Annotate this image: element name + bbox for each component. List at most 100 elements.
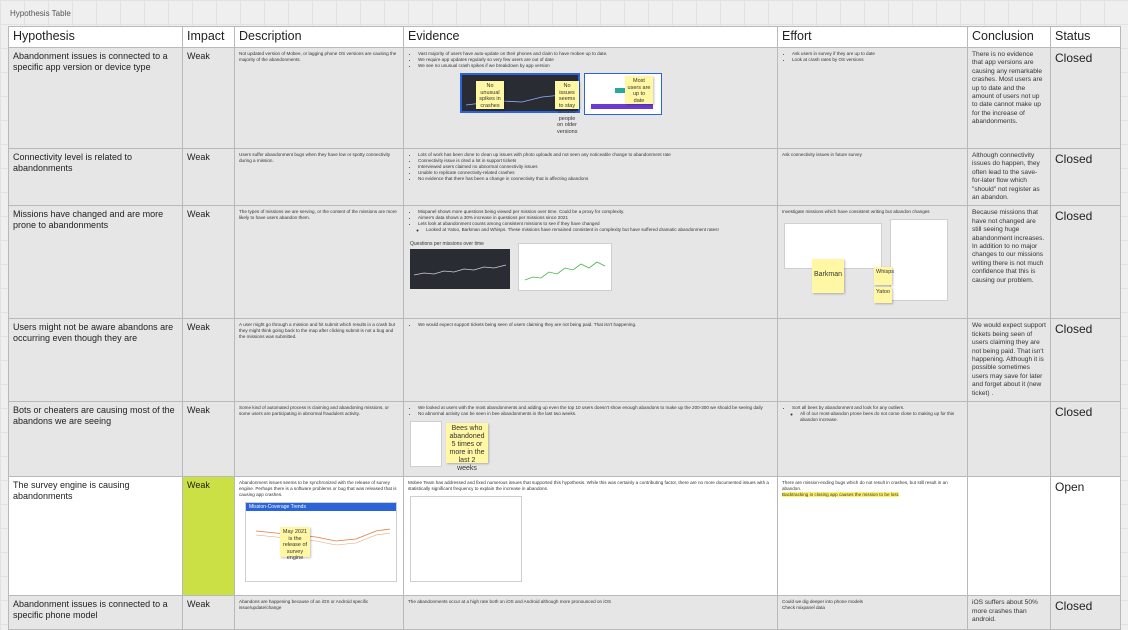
description-cell[interactable]: The types of missions we are serving, or… — [234, 205, 404, 320]
impact-cell[interactable]: Weak — [182, 401, 235, 478]
hypothesis-cell[interactable]: Users might not be aware abandons are oc… — [8, 318, 183, 403]
status-cell[interactable]: Closed — [1050, 147, 1121, 207]
table-row: Abandonment issues is connected to a spe… — [8, 47, 1121, 149]
col-header-status: Status — [1050, 26, 1121, 48]
evidence-images: No unusual spikes in crashes No issues s… — [408, 73, 773, 135]
sticky-note[interactable]: Yatoo — [874, 287, 892, 304]
conclusion-cell[interactable] — [967, 476, 1051, 597]
col-header-evidence: Evidence — [403, 26, 778, 48]
conclusion-cell[interactable]: iOS suffers about 50% more crashes than … — [967, 595, 1051, 630]
sticky-note[interactable]: Bees who abandoned 5 times or more in th… — [446, 423, 488, 472]
effort-images: Barkman Whisps Yatoo — [782, 219, 963, 304]
col-header-hypothesis: Hypothesis — [8, 26, 183, 48]
col-header-description: Description — [234, 26, 404, 48]
evidence-text: Mobee Team has addressed and fixed numer… — [408, 480, 769, 492]
evidence-cell[interactable]: We looked at users with the most abandon… — [403, 401, 778, 478]
hypothesis-cell[interactable]: Missions have changed and are more prone… — [8, 205, 183, 320]
evidence-cell[interactable]: Vast majority of users have auto-update … — [403, 47, 778, 149]
table-row: Missions have changed and are more prone… — [8, 205, 1121, 320]
table-row: Abandonment issues is connected to a spe… — [8, 595, 1121, 630]
crash-chart-image[interactable]: No unusual spikes in crashes No issues s… — [460, 73, 580, 135]
effort-cell[interactable]: Could we dig deeper into phone models Ch… — [777, 595, 968, 630]
questions-chart-dark[interactable] — [410, 249, 510, 290]
col-header-impact: Impact — [182, 26, 235, 48]
effort-cell[interactable]: Sort all bees by abandonment and look fo… — [777, 401, 968, 478]
table-row: The survey engine is causing abandonment… — [8, 476, 1121, 597]
hypothesis-table: Hypothesis Impact Description Evidence E… — [8, 26, 1121, 630]
conclusion-cell[interactable]: There is no evidence that app versions a… — [967, 47, 1051, 149]
evidence-item: No abnormal activity can be seen in bee … — [418, 411, 773, 417]
status-cell[interactable]: Closed — [1050, 401, 1121, 478]
sticky-note[interactable]: Whisps — [874, 267, 894, 286]
impact-cell[interactable]: Weak — [182, 47, 235, 149]
evidence-item: We would expect support tickets being se… — [418, 322, 773, 328]
description-cell[interactable]: Users suffer abandonment bugs when they … — [234, 147, 404, 207]
evidence-images — [408, 496, 773, 583]
effort-cell[interactable]: Ask connectivity issues in future survey — [777, 147, 968, 207]
sticky-note[interactable]: Most users are up to date — [625, 76, 653, 104]
evidence-item: We see no unusual crash spikes if we bre… — [418, 63, 773, 69]
effort-item: All of our most-abandon prone bees do no… — [800, 411, 963, 423]
chart-caption: Questions per missions over time — [410, 241, 484, 248]
table-row: Connectivity level is related to abandon… — [8, 147, 1121, 207]
status-cell[interactable]: Closed — [1050, 205, 1121, 320]
evidence-cell[interactable]: We would expect support tickets being se… — [403, 318, 778, 403]
effort-cell[interactable]: There are mission-ending bugs which do n… — [777, 476, 968, 597]
evidence-images: Bees who abandoned 5 times or more in th… — [408, 421, 773, 472]
effort-highlight: Backtracking in closing app causes the m… — [782, 492, 900, 498]
description-cell[interactable]: Not updated version of Mobee, or lagging… — [234, 47, 404, 149]
status-cell[interactable]: Open — [1050, 476, 1121, 597]
impact-cell[interactable]: Weak — [182, 595, 235, 630]
description-cell[interactable]: Some kind of automated process is claimi… — [234, 401, 404, 478]
status-cell[interactable]: Closed — [1050, 47, 1121, 149]
issues-table-image[interactable] — [410, 496, 522, 583]
effort-cell[interactable]: Investigate missions which have consiste… — [777, 205, 968, 320]
sticky-note[interactable]: May 2021 is the release of survey engine — [280, 527, 310, 561]
effort-text: There are mission-ending bugs which do n… — [782, 480, 948, 492]
sticky-note[interactable]: No unusual spikes in crashes — [476, 81, 504, 109]
evidence-cell[interactable]: The abandonments occur at a high rate bo… — [403, 595, 778, 630]
effort-cell[interactable] — [777, 318, 968, 403]
description-cell[interactable]: Abandons are happening because of an iOS… — [234, 595, 404, 630]
status-cell[interactable]: Closed — [1050, 595, 1121, 630]
hypothesis-cell[interactable]: Abandonment issues is connected to a spe… — [8, 595, 183, 630]
impact-cell[interactable]: Weak — [182, 147, 235, 207]
evidence-cell[interactable]: Lots of work has been done to clean up i… — [403, 147, 778, 207]
col-header-conclusion: Conclusion — [967, 26, 1051, 48]
description-cell[interactable]: Abandonment issues seems to be synchroni… — [234, 476, 404, 597]
conclusion-cell[interactable] — [967, 401, 1051, 478]
hypothesis-cell[interactable]: Connectivity level is related to abandon… — [8, 147, 183, 207]
table-row: Users might not be aware abandons are oc… — [8, 318, 1121, 403]
conclusion-cell[interactable]: Although connectivity issues do happen, … — [967, 147, 1051, 207]
impact-cell[interactable]: Weak — [182, 318, 235, 403]
board-title: Hypothesis Table — [10, 9, 71, 18]
table-row: Bots or cheaters are causing most of the… — [8, 401, 1121, 478]
effort-line: Check mixpanel data — [782, 605, 825, 611]
effort-item: Look at crash rates by OS versions — [792, 57, 963, 63]
evidence-item: Looked at Yatoo, Barkman and Whisps. The… — [426, 227, 773, 233]
evidence-images: Questions per missions over time — [408, 241, 773, 297]
evidence-cell[interactable]: Mobee Team has addressed and fixed numer… — [403, 476, 778, 597]
bees-table-image[interactable] — [410, 421, 442, 468]
coverage-chart-title: Mission-Coverage Trends — [246, 503, 396, 512]
conclusion-cell[interactable]: We would expect support tickets being se… — [967, 318, 1051, 403]
sticky-note[interactable]: Barkman — [812, 259, 844, 294]
effort-text: Investigate missions which have consiste… — [782, 209, 930, 215]
evidence-cell[interactable]: Mixpanel shows more questions being view… — [403, 205, 778, 320]
effort-cell[interactable]: Ask users in survey if they are up to da… — [777, 47, 968, 149]
version-chart-image[interactable]: Most users are up to date — [584, 73, 662, 115]
col-header-effort: Effort — [777, 26, 968, 48]
coverage-chart-image[interactable]: Mission-Coverage Trends May 2021 is the … — [245, 502, 397, 583]
hypothesis-cell[interactable]: Bots or cheaters are causing most of the… — [8, 401, 183, 478]
status-cell[interactable]: Closed — [1050, 318, 1121, 403]
sticky-note[interactable]: No issues seems to stay around people on… — [555, 81, 579, 135]
impact-cell[interactable]: Weak — [182, 205, 235, 320]
hypothesis-cell[interactable]: The survey engine is causing abandonment… — [8, 476, 183, 597]
header-row: Hypothesis Impact Description Evidence E… — [8, 26, 1121, 48]
hypothesis-cell[interactable]: Abandonment issues is connected to a spe… — [8, 47, 183, 149]
questions-chart-light[interactable] — [518, 243, 612, 292]
missions-table-image[interactable] — [890, 219, 948, 302]
description-cell[interactable]: A user might go through a mission and hi… — [234, 318, 404, 403]
conclusion-cell[interactable]: Because missions that have not changed a… — [967, 205, 1051, 320]
impact-cell[interactable]: Weak — [182, 476, 235, 597]
